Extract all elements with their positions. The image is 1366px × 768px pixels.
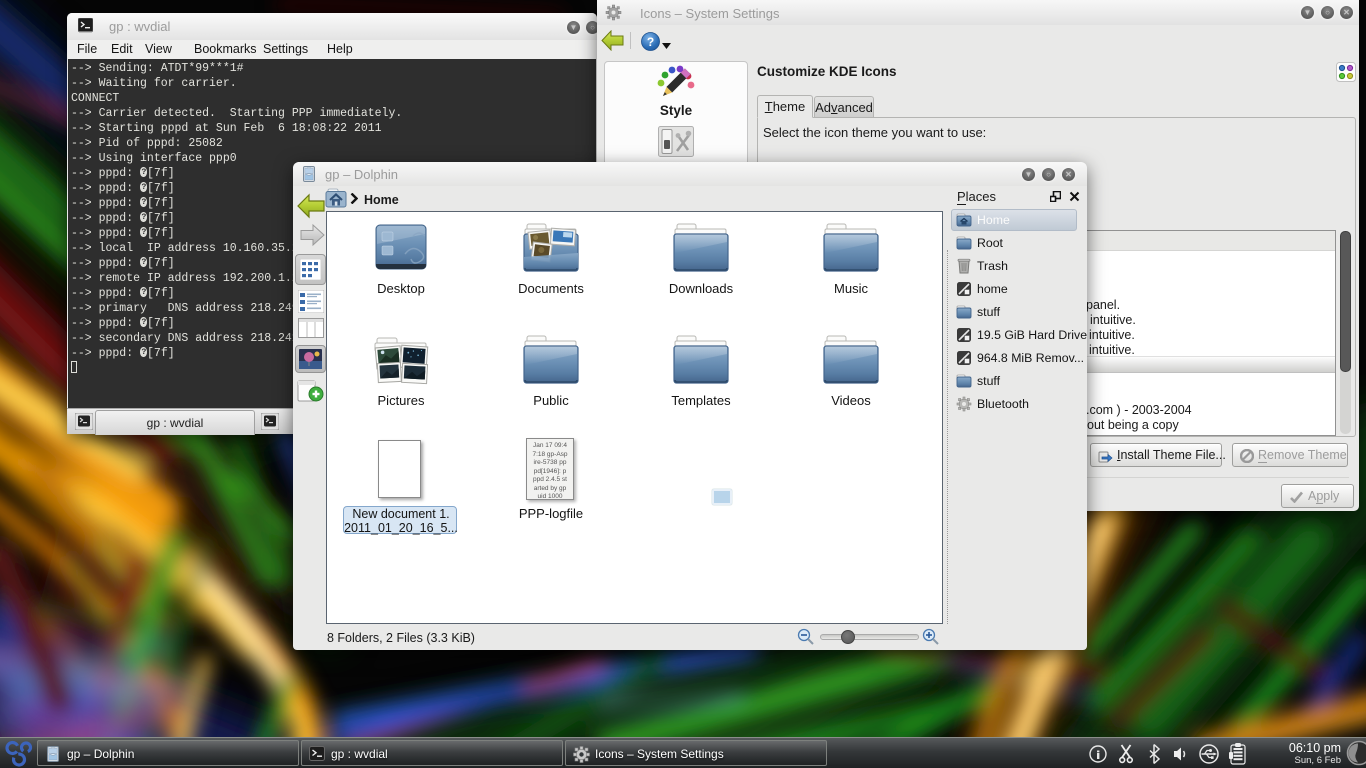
svg-text:?: ? xyxy=(647,35,654,49)
